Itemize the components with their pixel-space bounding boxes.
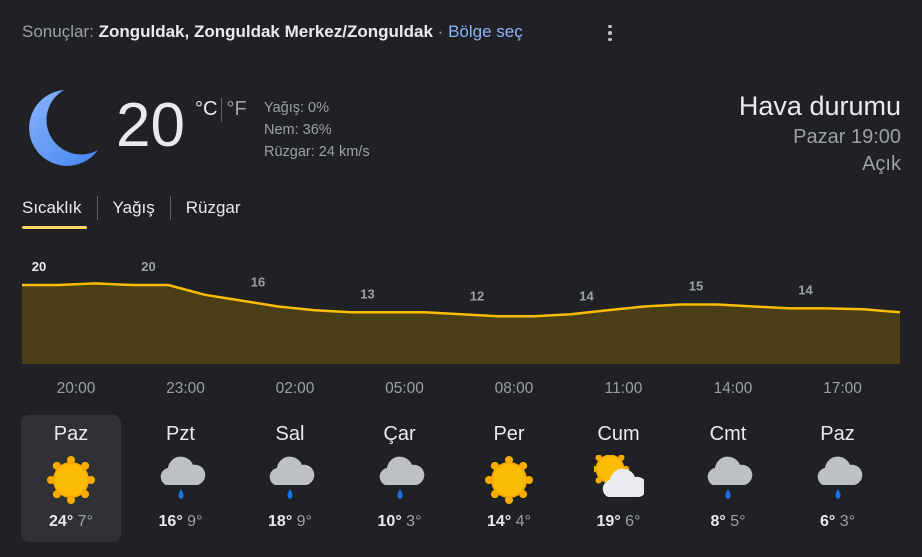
wind-text: Rüzgar: 24 km/s [264, 144, 370, 160]
moon-icon [22, 88, 100, 173]
day-low: 6° [625, 513, 641, 530]
precipitation-text: Yağış: 0% [264, 100, 330, 116]
rain-cloud-icon [375, 455, 425, 505]
temperature-area [22, 283, 900, 364]
temperature-chart: 20 20 16 13 12 14 15 14 [22, 259, 901, 364]
day-name: Paz [820, 423, 855, 445]
tab-temperature[interactable]: Sıcaklık [22, 198, 82, 218]
sun-icon [484, 455, 534, 505]
day-high: 14° [487, 513, 512, 530]
day-low: 9° [187, 513, 203, 530]
day-low: 4° [515, 513, 531, 530]
day-high: 19° [596, 513, 621, 530]
day-low: 7° [77, 513, 93, 530]
day-high: 6° [819, 513, 836, 530]
results-header: Sonuçlar: Zonguldak, Zonguldak Merkez/Zo… [22, 22, 523, 42]
location-name: Zonguldak, Zonguldak Merkez/Zonguldak [98, 22, 433, 41]
day-temperatures: 19° 6° [569, 513, 669, 531]
separator: · [437, 22, 444, 41]
tab-precipitation[interactable]: Yağış [113, 198, 155, 218]
more-options-icon[interactable] [600, 22, 620, 44]
day-name: Sal [275, 423, 305, 445]
forecast-tabs: Sıcaklık Yağış Rüzgar [22, 196, 241, 220]
day-high: 8° [710, 513, 726, 530]
day-forecast-item[interactable]: Cmt 8° 5° [678, 415, 778, 542]
celsius-button[interactable]: °C [195, 98, 217, 121]
day-forecast-item[interactable]: Çar 10° 3° [350, 415, 450, 542]
sun-icon [46, 455, 96, 505]
day-forecast-item[interactable]: Per 14° 4° [459, 415, 559, 542]
weather-summary: Hava durumu Pazar 19:00 Açık [739, 88, 901, 178]
fahrenheit-button[interactable]: °F [226, 98, 246, 121]
chart-value-label: 14 [579, 288, 594, 303]
tab-wind[interactable]: Rüzgar [186, 198, 241, 218]
day-name: Pzt [166, 423, 195, 445]
time-tick-label: 05:00 [385, 380, 424, 397]
day-name: Cum [597, 423, 640, 445]
day-name: Cmt [709, 423, 747, 445]
day-forecast-item[interactable]: Paz 24° 7° [21, 415, 121, 542]
current-temperature: 20 [116, 91, 185, 160]
time-tick-label: 14:00 [713, 380, 753, 397]
time-tick-label: 02:00 [275, 380, 315, 397]
day-forecast-item[interactable]: Sal 18° 9° [240, 415, 340, 542]
day-forecast-item[interactable]: Pzt 16° 9° [131, 415, 231, 542]
humidity-text: Nem: 36% [264, 122, 332, 138]
day-temperatures: 24° 7° [21, 513, 121, 531]
time-tick-label: 20:00 [56, 380, 96, 397]
weather-time: Pazar 19:00 [793, 126, 901, 148]
chart-value-label: 13 [360, 286, 374, 301]
day-high: 18° [268, 513, 293, 530]
time-tick-label: 23:00 [166, 380, 205, 397]
weather-condition: Açık [862, 153, 901, 175]
day-low: 9° [296, 513, 312, 530]
day-temperatures: 8° 5° [678, 513, 778, 531]
weather-title: Hava durumu [738, 91, 901, 121]
results-prefix: Sonuçlar: [22, 22, 94, 41]
day-temperatures: 18° 9° [240, 513, 340, 531]
day-temperatures: 6° 3° [788, 513, 888, 531]
day-forecast-item[interactable]: Cum 19° 6° [569, 415, 669, 542]
day-low: 3° [406, 513, 422, 530]
day-temperatures: 14° 4° [459, 513, 559, 531]
chart-value-label: 20 [141, 259, 155, 274]
time-tick-label: 17:00 [823, 380, 862, 397]
day-high: 24° [49, 513, 74, 530]
chart-value-label: 16 [251, 275, 265, 290]
day-name: Paz [53, 423, 89, 445]
day-low: 3° [839, 513, 856, 530]
current-details: Yağış: 0% Nem: 36% Rüzgar: 24 km/s [264, 97, 370, 163]
partly-cloudy-icon [590, 449, 647, 505]
active-tab-indicator [22, 226, 87, 229]
rain-cloud-icon [703, 455, 753, 505]
day-name: Per [493, 423, 525, 445]
day-name: Çar [383, 423, 416, 445]
day-forecast-item[interactable]: Paz 6° 3° [788, 415, 888, 542]
rain-cloud-icon [813, 455, 863, 505]
rain-cloud-icon [265, 455, 315, 505]
chart-value-label: 14 [798, 282, 813, 297]
chart-value-label: 15 [689, 279, 703, 294]
day-high: 10° [377, 513, 402, 530]
time-tick-label: 11:00 [604, 380, 643, 397]
unit-toggle: °C °F [195, 98, 247, 122]
day-temperatures: 16° 9° [131, 513, 231, 531]
day-temperatures: 10° 3° [350, 513, 450, 531]
day-high: 16° [158, 513, 183, 530]
time-tick-label: 08:00 [494, 380, 534, 397]
rain-cloud-icon [156, 455, 206, 505]
choose-region-link[interactable]: Bölge seç [448, 22, 523, 41]
chart-value-label: 12 [470, 288, 484, 303]
chart-value-label: 20 [32, 259, 46, 274]
day-low: 5° [730, 513, 746, 530]
